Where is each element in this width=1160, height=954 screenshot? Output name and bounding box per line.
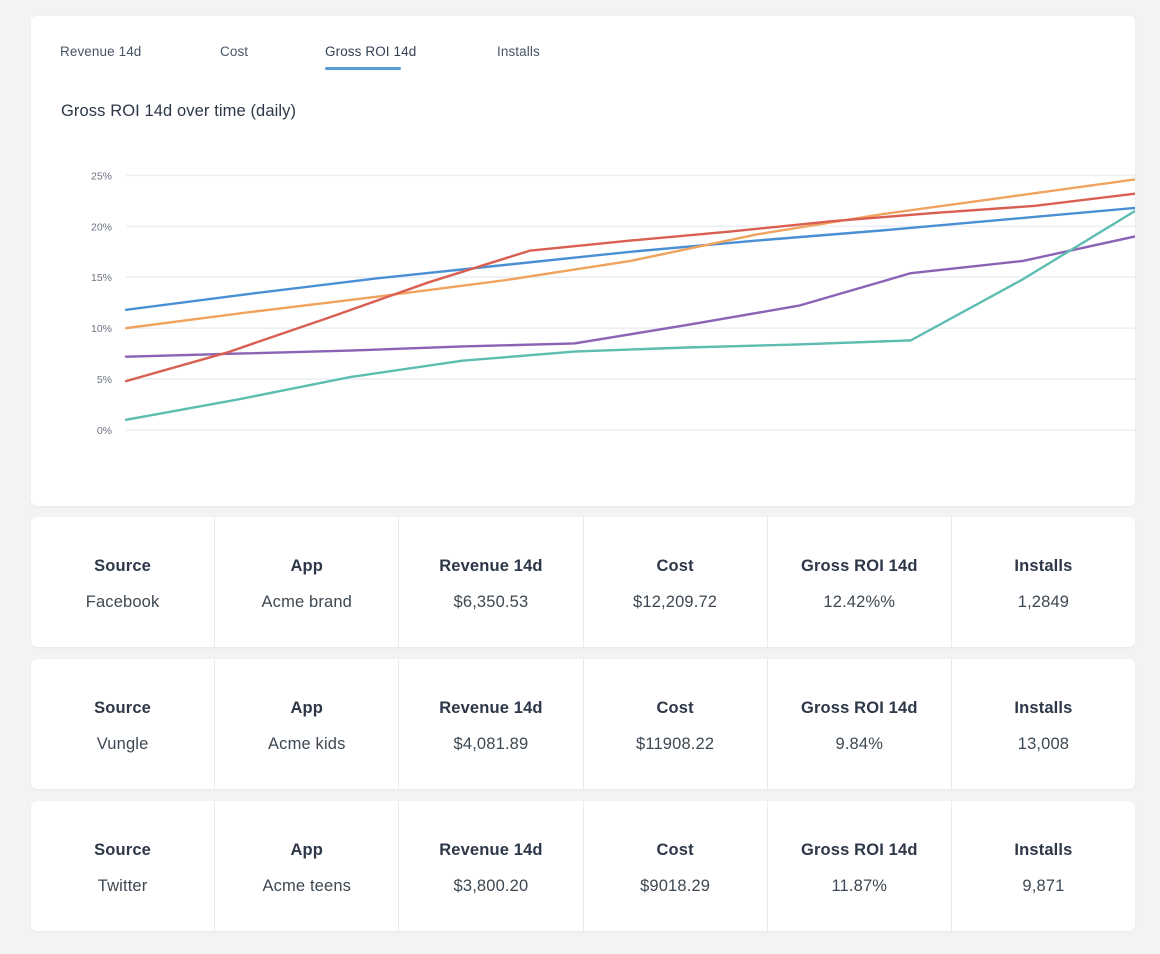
- column-header-revenue-14d: Revenue 14d: [439, 556, 543, 575]
- value-gross-roi-14d: 11.87%: [831, 876, 888, 895]
- value-cost: $11908.22: [636, 734, 715, 753]
- column-header-revenue-14d: Revenue 14d: [439, 698, 543, 717]
- column-header-installs: Installs: [1014, 556, 1073, 575]
- column-header-cost: Cost: [656, 556, 694, 575]
- cell-cost: Cost $9018.29: [584, 801, 768, 931]
- line-chart: 0% 5% 10% 15% 20% 25%: [91, 170, 1135, 437]
- cell-cost: Cost $12,209.72: [584, 517, 768, 647]
- value-revenue-14d: $4,081.89: [453, 734, 529, 753]
- column-header-app: App: [290, 840, 324, 859]
- value-gross-roi-14d: 12.42%%: [823, 592, 896, 611]
- metrics-table: Source Facebook App Acme brand Revenue 1…: [31, 517, 1135, 931]
- column-header-gross-roi-14d: Gross ROI 14d: [800, 840, 918, 859]
- table-row[interactable]: Source Twitter App Acme teens Revenue 14…: [31, 801, 1135, 931]
- tab-installs[interactable]: Installs: [497, 44, 617, 70]
- chart-line-series-2: [124, 178, 1135, 330]
- column-header-source: Source: [94, 698, 151, 717]
- cell-source: Source Twitter: [31, 801, 216, 931]
- value-revenue-14d: $3,800.20: [453, 876, 529, 895]
- column-header-app: App: [290, 698, 324, 717]
- chart-card: Revenue 14d Cost Gross ROI 14d Installs …: [31, 16, 1135, 506]
- cell-installs: Installs 9,871: [952, 801, 1135, 931]
- y-axis-tick-label: 5%: [97, 374, 112, 386]
- tab-active-underline: [325, 67, 401, 70]
- chart-plot-area: 0% 5% 10% 15% 20% 25%: [31, 139, 1135, 469]
- column-header-app: App: [290, 556, 324, 575]
- chart-line-series-5: [124, 209, 1135, 422]
- cell-gross-roi-14d: Gross ROI 14d 12.42%%: [768, 517, 952, 647]
- cell-app: App Acme kids: [215, 659, 400, 789]
- value-cost: $12,209.72: [633, 592, 718, 611]
- cell-installs: Installs 13,008: [952, 659, 1135, 789]
- value-source: Vungle: [96, 734, 149, 753]
- column-header-installs: Installs: [1014, 698, 1073, 717]
- cell-source: Source Vungle: [31, 659, 216, 789]
- y-axis-tick-label: 0%: [97, 425, 112, 437]
- column-header-source: Source: [94, 556, 151, 575]
- dashboard-page: Revenue 14d Cost Gross ROI 14d Installs …: [0, 0, 1160, 954]
- y-axis-tick-label: 10%: [91, 323, 112, 335]
- cell-installs: Installs 1,2849: [952, 517, 1135, 647]
- column-header-cost: Cost: [656, 698, 694, 717]
- cell-source: Source Facebook: [31, 517, 216, 647]
- chart-line-series-1: [124, 206, 1135, 312]
- cell-app: App Acme teens: [215, 801, 400, 931]
- cell-cost: Cost $11908.22: [584, 659, 768, 789]
- column-header-gross-roi-14d: Gross ROI 14d: [800, 556, 918, 575]
- tab-cost[interactable]: Cost: [220, 44, 325, 70]
- tab-revenue-14d[interactable]: Revenue 14d: [60, 44, 220, 70]
- value-gross-roi-14d: 9.84%: [835, 734, 884, 753]
- y-axis-tick-label: 25%: [91, 170, 112, 182]
- cell-app: App Acme brand: [215, 517, 400, 647]
- cell-gross-roi-14d: Gross ROI 14d 11.87%: [768, 801, 952, 931]
- value-app: Acme brand: [261, 592, 352, 611]
- chart-title: Gross ROI 14d over time (daily): [61, 102, 297, 120]
- value-app: Acme teens: [262, 876, 352, 895]
- table-row[interactable]: Source Vungle App Acme kids Revenue 14d …: [31, 659, 1135, 789]
- tab-label: Cost: [220, 44, 249, 59]
- tab-gross-roi-14d[interactable]: Gross ROI 14d: [325, 44, 497, 70]
- metric-tabs: Revenue 14d Cost Gross ROI 14d Installs: [31, 16, 1135, 74]
- table-row[interactable]: Source Facebook App Acme brand Revenue 1…: [31, 517, 1135, 647]
- value-installs: 9,871: [1022, 876, 1065, 895]
- value-cost: $9018.29: [640, 876, 711, 895]
- cell-revenue-14d: Revenue 14d $3,800.20: [399, 801, 584, 931]
- column-header-installs: Installs: [1014, 840, 1073, 859]
- value-app: Acme kids: [268, 734, 346, 753]
- value-source: Facebook: [85, 592, 160, 611]
- column-header-cost: Cost: [656, 840, 694, 859]
- value-installs: 13,008: [1017, 734, 1070, 753]
- column-header-revenue-14d: Revenue 14d: [439, 840, 543, 859]
- cell-gross-roi-14d: Gross ROI 14d 9.84%: [768, 659, 952, 789]
- column-header-gross-roi-14d: Gross ROI 14d: [800, 698, 918, 717]
- tab-label: Installs: [497, 44, 540, 59]
- tab-label: Revenue 14d: [60, 44, 142, 59]
- cell-revenue-14d: Revenue 14d $6,350.53: [399, 517, 584, 647]
- value-installs: 1,2849: [1017, 592, 1070, 611]
- value-revenue-14d: $6,350.53: [453, 592, 529, 611]
- tab-label: Gross ROI 14d: [325, 44, 417, 59]
- y-axis-tick-label: 20%: [91, 221, 112, 233]
- y-axis-tick-label: 15%: [91, 272, 112, 284]
- column-header-source: Source: [94, 840, 151, 859]
- cell-revenue-14d: Revenue 14d $4,081.89: [399, 659, 584, 789]
- value-source: Twitter: [97, 876, 148, 895]
- chart-line-series-3: [124, 235, 1135, 358]
